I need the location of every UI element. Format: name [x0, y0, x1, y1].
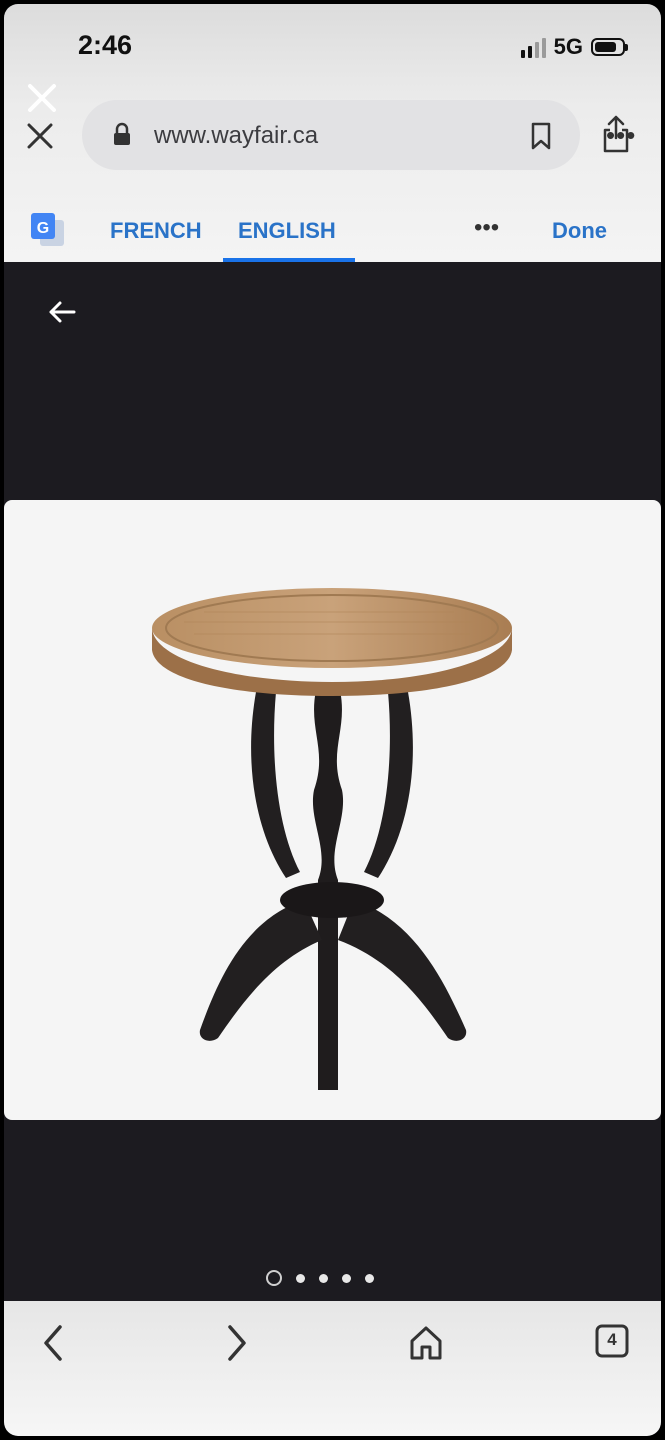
translate-done-button[interactable]: Done: [552, 218, 607, 244]
lock-icon: [114, 122, 130, 145]
carousel-dot[interactable]: [365, 1273, 374, 1283]
google-translate-icon: G: [31, 213, 64, 246]
url-text: www.wayfair.ca: [154, 122, 319, 149]
bookmark-icon[interactable]: [530, 122, 552, 150]
tab-count: 4: [607, 1330, 617, 1349]
tabs-icon[interactable]: 4: [594, 1323, 630, 1359]
signal-icon: [520, 36, 546, 58]
carousel-indicator: [266, 1270, 374, 1286]
home-icon[interactable]: [406, 1323, 446, 1363]
bottom-toolbar: 4: [4, 1301, 661, 1436]
close-tab-icon[interactable]: [24, 120, 56, 152]
language-english[interactable]: ENGLISH: [238, 218, 336, 244]
selected-language-indicator: [223, 258, 355, 262]
carousel-dot[interactable]: [342, 1273, 351, 1283]
svg-text:G: G: [37, 220, 49, 237]
network-type: 5G: [553, 34, 583, 59]
phone-screen: 2:46 5G www.wayfair.ca ••• G FRENCH ENGL…: [4, 4, 661, 1436]
product-image[interactable]: [4, 500, 661, 1120]
back-icon[interactable]: [38, 1323, 68, 1363]
status-time: 2:46: [78, 30, 133, 60]
back-arrow-icon[interactable]: [44, 294, 80, 330]
more-icon[interactable]: •••: [606, 122, 636, 148]
forward-icon[interactable]: [222, 1323, 252, 1363]
carousel-dot[interactable]: [296, 1273, 305, 1283]
status-indicators: 5G: [520, 34, 628, 60]
carousel-dot[interactable]: [266, 1270, 282, 1286]
battery-icon: [591, 38, 628, 56]
translate-more-icon[interactable]: •••: [474, 214, 499, 242]
translate-bar: G FRENCH ENGLISH ••• Done: [4, 200, 661, 262]
carousel-dot[interactable]: [319, 1273, 328, 1283]
address-row: www.wayfair.ca •••: [4, 100, 661, 172]
side-table-image: [152, 588, 512, 1090]
address-bar[interactable]: www.wayfair.ca: [82, 100, 629, 170]
language-french[interactable]: FRENCH: [110, 218, 202, 244]
browser-chrome: 2:46 5G www.wayfair.ca ••• G FRENCH ENGL…: [4, 4, 661, 262]
